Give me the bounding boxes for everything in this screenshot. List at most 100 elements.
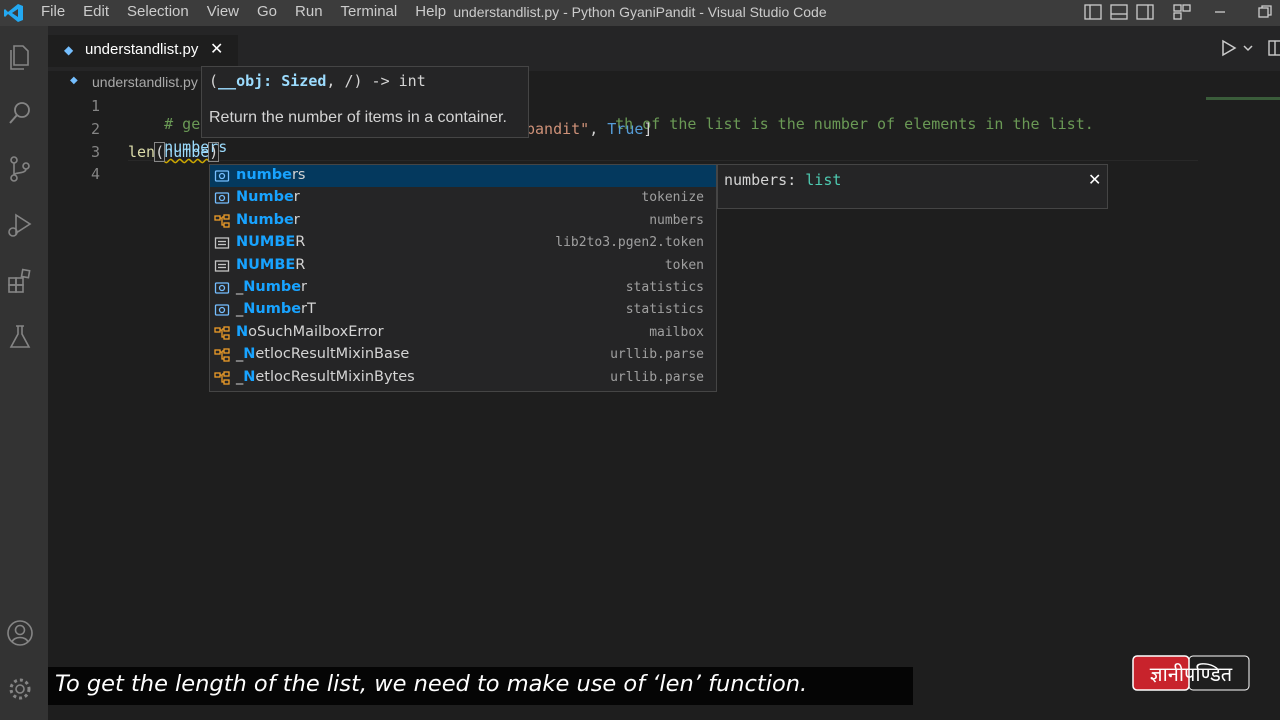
menu-go[interactable]: Go [248,0,286,26]
argument-token: numbe [164,143,210,161]
suggestion-label: _Number [236,279,307,295]
suggestion-detail: lib2to3.pgen2.token [555,235,704,251]
suggestion-item[interactable]: _Number statistics [210,277,716,299]
tab-close-icon[interactable]: ✕ [210,39,223,58]
suggestion-item[interactable]: Number tokenize [210,187,716,209]
suggestion-label-rest: etlocResultMixinBase [255,346,410,363]
keyword-token: True [607,120,644,138]
suggestion-label: _NetlocResultMixinBase [236,346,409,362]
search-icon[interactable] [5,98,35,128]
testing-icon[interactable] [5,322,35,352]
suggestion-list: numbers Number tokenize Number numbers NUMBER… [209,164,717,392]
variable-icon [214,303,230,317]
explorer-icon[interactable] [5,42,35,72]
run-python-file-icon[interactable] [1220,39,1260,57]
tab-understandlist[interactable]: ◆ understandlist.py ✕ [48,35,238,67]
tab-bar: ◆ understandlist.py ✕ [48,26,1280,71]
suggestion-label: NUMBER [236,234,305,250]
video-caption: To get the length of the list, we need t… [48,667,913,705]
split-editor-icon[interactable] [1268,39,1280,57]
menu-selection[interactable]: Selection [118,0,198,26]
signature-open: ( [209,72,219,90]
activity-bar: 1 [0,26,48,720]
signature-doc: Return the number of items in a containe… [209,109,507,126]
suggestion-label: Number [236,212,300,228]
bracket-token: ) [208,142,220,162]
suggestion-match: N [243,346,256,363]
suggestion-detail: statistics [625,280,704,295]
suggestion-detail: urllib.parse [610,347,704,363]
suggestion-label: _NumberT [236,301,316,317]
suggestion-match: Numbe [236,189,294,206]
suggestion-item[interactable]: _NetlocResultMixinBase urllib.parse [210,344,716,366]
suggestion-item[interactable]: NUMBER lib2to3.pgen2.token [210,232,716,254]
source-control-icon[interactable] [5,154,35,184]
menu-help[interactable]: Help [406,0,455,26]
separator-token: , [589,120,608,138]
suggestion-match: N [243,368,256,385]
suggestion-item[interactable]: _NetlocResultMixinBytes urllib.parse [210,367,716,389]
restore-icon[interactable] [1256,4,1274,20]
code-line-1-tail: th of the list is the number of elements… [579,97,1094,151]
suggestion-match: Numbe [243,279,302,295]
python-file-icon: ◆ [64,43,74,57]
suggestion-label-rest: r [293,211,300,228]
suggestion-item[interactable]: numbers [210,165,716,188]
suggestion-match: NUMBE [236,256,296,273]
run-debug-icon[interactable] [5,210,35,240]
variable-icon [214,191,230,205]
suggestion-match: Numbe [236,211,294,228]
manage-gear-icon[interactable] [5,674,35,704]
suggestion-label: NUMBER [236,257,305,273]
toggle-panel-icon[interactable] [1110,4,1128,20]
caption-text: To get the length of the list, we need t… [55,671,808,697]
line-number: 4 [90,165,100,183]
suggestion-detail: urllib.parse [610,369,704,385]
suggestion-item[interactable]: NUMBER token [210,255,716,277]
menu-terminal[interactable]: Terminal [332,0,407,26]
breadcrumb-file[interactable]: understandlist.py [92,74,198,90]
minimap[interactable] [1206,97,1280,100]
menu-file[interactable]: File [32,0,74,26]
suggestion-match: Numbe [243,301,302,318]
suggestion-detail: tokenize [641,190,704,206]
suggestion-label-rest: R [295,234,306,251]
tab-label: understandlist.py [85,41,199,58]
suggestion-item[interactable]: NoSuchMailboxError mailbox [210,322,716,344]
signature-param: __obj: Sized [218,72,327,90]
suggestion-label-rest: r [301,279,307,295]
toggle-secondary-sidebar-icon[interactable] [1136,4,1154,20]
close-icon[interactable]: ✕ [1088,170,1101,189]
menu-run[interactable]: Run [286,0,332,26]
toggle-sidebar-icon[interactable] [1084,4,1102,20]
bracket-token: ( [154,142,166,162]
suggestion-item[interactable]: Number numbers [210,210,716,232]
signature-help-popup: (__obj: Sized, /) -> int Return the numb… [201,66,529,138]
line-number: 1 [90,97,100,115]
suggestion-item[interactable]: _NumberT statistics [210,299,716,321]
class-icon [214,370,230,385]
bracket-token: ] [643,120,653,138]
line-number: 2 [90,120,100,138]
python-file-icon: ◆ [70,75,78,86]
variable-icon [214,169,230,183]
signature-text: (__obj: Sized, /) -> int [209,72,426,90]
suggestion-label-rest: r [293,189,300,206]
customize-layout-icon[interactable] [1173,4,1191,20]
string-token: pandit" [526,120,590,138]
vscode-logo-icon [4,4,23,22]
accounts-icon[interactable] [5,618,35,648]
suggestion-label-rest: R [295,256,306,273]
suggestion-match: NUMBE [236,234,296,251]
suggestion-detail: numbers [649,212,704,228]
extensions-icon[interactable] [5,266,35,296]
minimize-icon[interactable] [1211,4,1229,20]
class-icon [214,326,230,340]
menu-view[interactable]: View [198,0,248,26]
menu-edit[interactable]: Edit [74,0,118,26]
signature-rest: , /) -> int [326,72,426,90]
variable-icon [214,281,230,295]
suggestion-label-rest: oSuchMailboxError [248,323,384,340]
class-icon [214,214,230,228]
class-icon [214,348,230,362]
